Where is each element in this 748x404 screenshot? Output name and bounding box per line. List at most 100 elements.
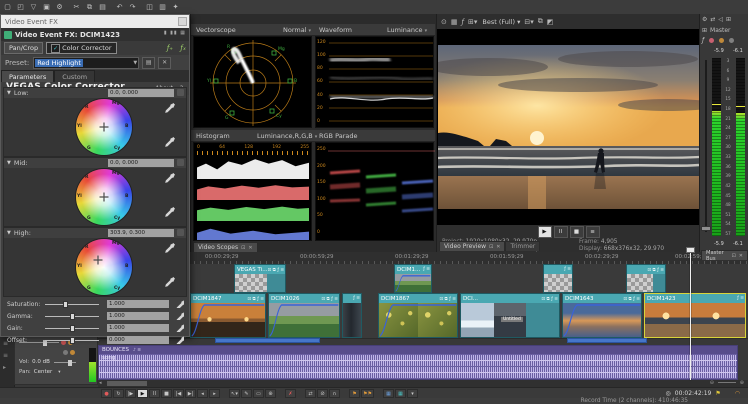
insert-region-button[interactable]: ⚑⚑	[361, 389, 374, 398]
master-solo-knob[interactable]	[719, 38, 724, 43]
event-buttons[interactable]: ⊡ ⧉ ƒ ≡	[541, 296, 558, 302]
timeline-event-video-selected[interactable]: DCIM1423ƒ ≡	[644, 293, 746, 338]
event-buttons[interactable]: ⊡ ⧉ ƒ ≡	[439, 296, 456, 302]
mid-value[interactable]: 0.0, 0.000	[108, 159, 174, 167]
scrollbar-thumb[interactable]	[107, 381, 147, 386]
master-fader-track[interactable]	[705, 60, 707, 232]
scroll-left-arrow[interactable]: ◂	[99, 380, 102, 386]
high-value[interactable]: 303.9, 0.300	[108, 229, 174, 237]
collapse-icon[interactable]: ▼	[7, 90, 11, 96]
pin-icon[interactable]: ⊡	[241, 245, 245, 251]
play-button[interactable]: ▶	[137, 389, 148, 398]
animate-icon[interactable]	[177, 159, 184, 166]
collapse-icon[interactable]: ▼	[7, 230, 11, 236]
eyedropper-icon[interactable]	[164, 102, 175, 113]
wheel-crosshair[interactable]	[100, 193, 109, 202]
lock-envelopes-button[interactable]: ⊘	[317, 389, 328, 398]
event-buttons[interactable]: ƒ ≡	[737, 296, 744, 301]
gamma-slider[interactable]	[45, 316, 99, 317]
pan-crop-button[interactable]: Pan/Crop	[4, 42, 43, 54]
redo-icon[interactable]: ↷	[127, 2, 138, 13]
play-from-start-button[interactable]: |▶	[125, 389, 136, 398]
timeline-event-video[interactable]: DCIM1847⊡ ⧉ ƒ ≡	[190, 293, 266, 338]
fx-close-icon[interactable]	[178, 17, 187, 26]
external-monitor-icon[interactable]: ▦	[451, 18, 458, 26]
timeline-event-video[interactable]: DCIM1867⊡ ⧉ ƒ ≡	[378, 293, 458, 338]
vectorscope-mode-dropdown[interactable]: Normal▾	[283, 26, 311, 34]
overlays-icon[interactable]: ⊞▾	[468, 18, 477, 26]
grouped-audio-strip[interactable]	[567, 338, 647, 343]
track-button-row[interactable]	[15, 348, 99, 356]
insert-audio-track-button[interactable]: ▦	[383, 389, 394, 398]
zoom-slider[interactable]	[718, 382, 736, 383]
mid-color-wheel[interactable]: R Mg B Cy G Yl	[76, 169, 132, 225]
pan-value[interactable]: Center	[34, 369, 53, 375]
timeline-event-title[interactable]: ƒ ≡	[543, 264, 573, 293]
pan-dropdown-icon[interactable]: ▾	[58, 370, 60, 375]
preset-dropdown[interactable]: Red Highlight ▼	[33, 57, 139, 69]
eyedropper-icon[interactable]	[175, 335, 184, 344]
delete-button[interactable]: ✗	[285, 389, 296, 398]
gamma-value[interactable]: 1.000	[107, 312, 169, 320]
title-track-lane[interactable]: VEGAS Ti...⊡ ⧉ ƒ ≡ DCIM1...ƒ ≡ ƒ ≡ ⊡ ⧉ ƒ…	[98, 264, 748, 294]
event-buttons[interactable]: ⊡ ⧉ ƒ ≡	[647, 267, 664, 273]
timeline-event-title[interactable]: ⊡ ⧉ ƒ ≡	[626, 264, 666, 293]
downmix-icon[interactable]: ⇄	[710, 16, 715, 23]
go-to-start-button[interactable]: |◀	[173, 389, 184, 398]
tab-custom[interactable]: Custom	[54, 70, 95, 82]
layout-icon[interactable]: ⊞	[726, 16, 731, 23]
timeline-scrollbar[interactable]: ◂ ⊖ ⊕	[98, 380, 748, 387]
cursor-timecode[interactable]: 00:02:42:19	[675, 390, 712, 397]
trimmer-icon[interactable]: ◫	[144, 2, 155, 13]
insert-marker-button[interactable]: ⚑	[349, 389, 360, 398]
eyedropper-icon[interactable]	[175, 323, 184, 332]
insert-video-track-button[interactable]: ▦	[395, 389, 406, 398]
render-as-icon[interactable]: ▣	[41, 2, 52, 13]
snapping-button[interactable]: ∩	[329, 389, 340, 398]
fx-window-titlebar[interactable]: Video Event FX	[1, 15, 189, 28]
video-track-lane[interactable]: DCIM1847⊡ ⧉ ƒ ≡ DCIM1026⊡ ⧉ ƒ ≡ ƒ ≡ DCIM…	[98, 293, 748, 339]
preview-quality-dropdown[interactable]: Best (Full) ▾	[482, 18, 520, 26]
bus-fx-icon[interactable]: ƒ	[702, 37, 704, 44]
save-project-icon[interactable]: ▽	[28, 2, 39, 13]
preview-pause-button[interactable]: II	[554, 226, 568, 238]
low-value[interactable]: 0.0, 0.000	[108, 89, 174, 97]
vol-slider-handle[interactable]	[68, 360, 72, 366]
dock-menu-icon[interactable]: ≡	[3, 352, 8, 359]
project-properties-icon[interactable]: ⊙	[441, 18, 447, 26]
marker-flag-icon[interactable]: ⚑	[715, 390, 720, 397]
trimmer-tab[interactable]: Trimmer	[505, 241, 540, 251]
remove-fx-icon[interactable]: ƒₓ	[180, 44, 186, 52]
normal-edit-tool-button[interactable]: ↖▾	[229, 389, 240, 398]
envelope-tool-button[interactable]: ✎	[241, 389, 252, 398]
pause-button[interactable]: II	[149, 389, 160, 398]
video-scopes-tab[interactable]: Video Scopes ⊡ ✕	[193, 242, 258, 252]
arm-knob[interactable]	[63, 350, 68, 355]
master-bus-tab[interactable]: Master Bus ⊡ ✕	[701, 250, 748, 260]
project-properties-icon[interactable]: ⚙	[54, 2, 65, 13]
paste-icon[interactable]: ▤	[97, 2, 108, 13]
save-preset-icon[interactable]: ▤	[142, 57, 155, 69]
split-screen-icon[interactable]: ⊟▾	[524, 18, 533, 26]
eyedropper-icon[interactable]	[164, 242, 175, 253]
next-frame-button[interactable]: ▸	[209, 389, 220, 398]
grouped-audio-strip[interactable]	[215, 338, 320, 343]
timeline-event-video[interactable]: DCIM1026⊡ ⧉ ƒ ≡	[268, 293, 340, 338]
preview-stop-button[interactable]: ■	[570, 226, 584, 238]
saturation-slider[interactable]	[45, 304, 99, 305]
event-buttons[interactable]: ƒ ≡	[423, 267, 430, 272]
settings-icon[interactable]: ⚙	[702, 16, 707, 23]
tab-parameters[interactable]: Parameters	[1, 70, 54, 82]
gain-slider[interactable]	[45, 328, 99, 329]
wheel-crosshair[interactable]	[94, 256, 103, 265]
master-fader-handle[interactable]	[701, 226, 711, 231]
animate-icon[interactable]	[177, 89, 184, 96]
fx-layout-buttons[interactable]: ▮ ▮▮ ▦	[164, 30, 186, 36]
event-buttons[interactable]: ⊡ ⧉ ƒ ≡	[267, 267, 284, 273]
master-record-knob[interactable]	[729, 38, 734, 43]
animate-icon[interactable]	[177, 229, 184, 236]
audio-event-buttons[interactable]: ♪ ≡	[133, 348, 141, 353]
undo-icon[interactable]: ↶	[114, 2, 125, 13]
event-buttons[interactable]: ⊡ ⧉ ƒ ≡	[247, 296, 264, 302]
offset-value[interactable]: 0.000	[107, 336, 169, 344]
